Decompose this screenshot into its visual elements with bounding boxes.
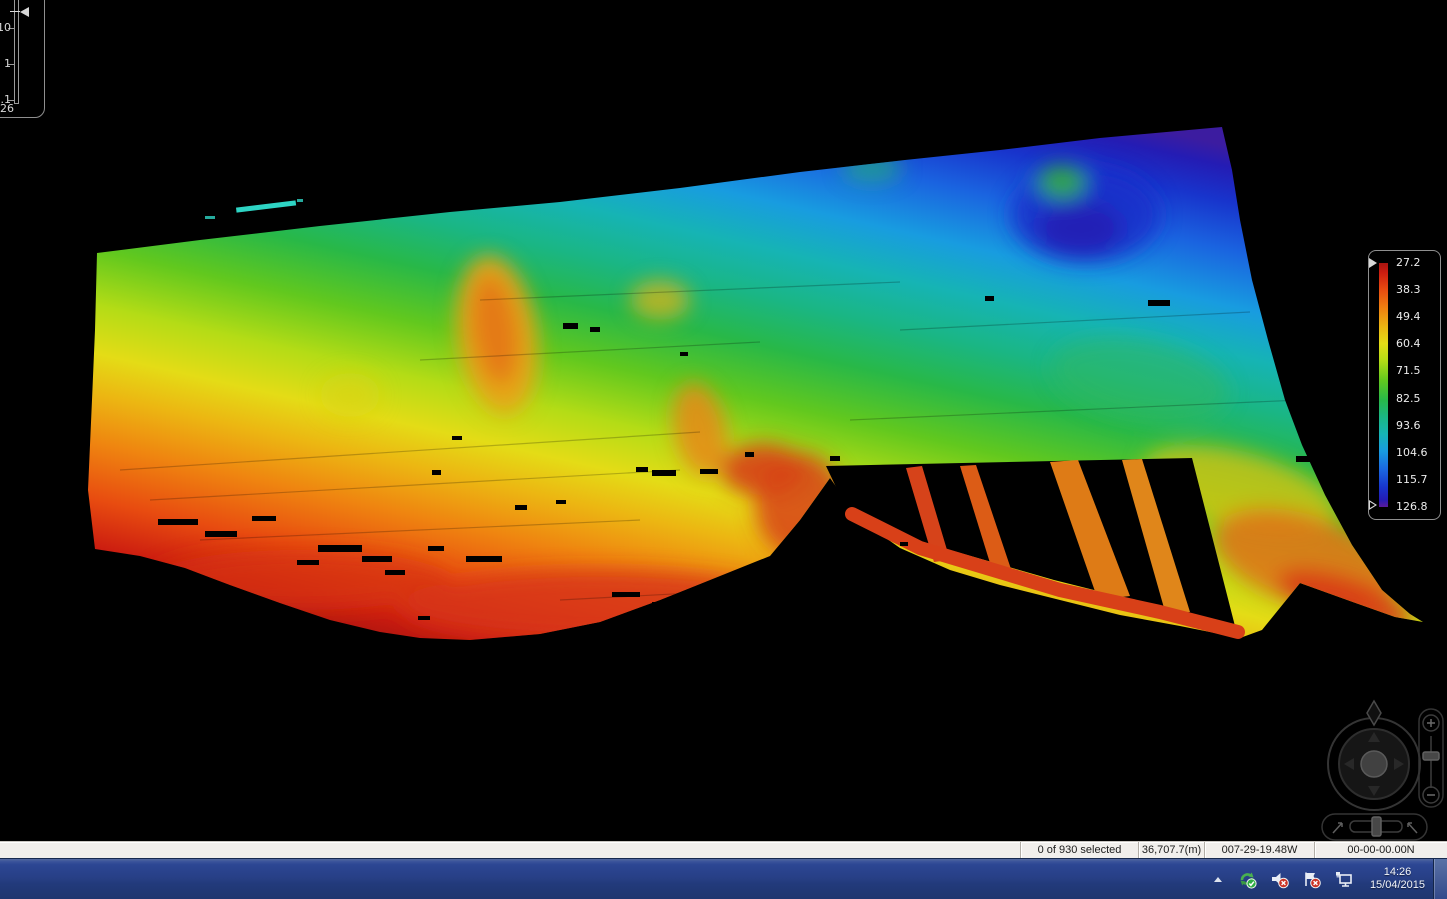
status-latitude: 00-00-00.00N xyxy=(1314,842,1447,858)
3d-viewport[interactable]: 10 1 .1 26 27.2 38.3 49.4 60.4 71.5 82.5 93.6 1… xyxy=(0,0,1447,841)
status-selection-count: 0 of 930 selected xyxy=(1020,842,1138,858)
exaggeration-slider-track[interactable] xyxy=(14,0,19,104)
tick-label-1: 1 xyxy=(0,58,11,70)
data-gap-region xyxy=(826,458,1238,632)
tilt-right-icon[interactable] xyxy=(1408,823,1417,833)
tick-label-10: 10 xyxy=(0,22,11,34)
action-center-alert-icon[interactable] xyxy=(1302,870,1321,889)
tilt-slider-handle[interactable] xyxy=(1372,817,1381,836)
exaggeration-value: 26 xyxy=(0,102,30,115)
legend-label: 49.4 xyxy=(1396,311,1428,323)
legend-label: 71.5 xyxy=(1396,365,1428,377)
system-tray: 14:26 15/04/2015 xyxy=(1214,859,1447,899)
bathymetry-surface xyxy=(0,0,1447,841)
north-diamond-icon xyxy=(1367,701,1381,725)
range-marker-bottom-icon[interactable] xyxy=(1369,500,1377,510)
taskbar: 14:26 15/04/2015 xyxy=(0,858,1447,899)
clock-time: 14:26 xyxy=(1384,866,1412,879)
legend-label: 93.6 xyxy=(1396,420,1428,432)
navigation-widget xyxy=(1308,696,1447,841)
legend-label: 115.7 xyxy=(1396,474,1428,486)
tilt-left-icon[interactable] xyxy=(1333,823,1342,833)
status-bar: 0 of 930 selected 36,707.7(m) 007-29-19.… xyxy=(0,841,1447,858)
slider-handle-tick xyxy=(10,11,20,12)
plus-icon xyxy=(1427,719,1435,727)
zoom-slider[interactable] xyxy=(1419,709,1443,807)
status-depth-readout: 36,707.7(m) xyxy=(1138,842,1204,858)
legend-label: 126.8 xyxy=(1396,501,1428,513)
color-legend: 27.2 38.3 49.4 60.4 71.5 82.5 93.6 104.6 115.7 12… xyxy=(1368,250,1441,520)
application-window: 10 1 .1 26 27.2 38.3 49.4 60.4 71.5 82.5 93.6 1… xyxy=(0,0,1447,899)
detached-soundings xyxy=(205,199,303,219)
legend-label: 82.5 xyxy=(1396,393,1428,405)
range-marker-top-icon[interactable] xyxy=(1369,258,1377,268)
hidden-icons-chevron-icon[interactable] xyxy=(1214,877,1222,882)
clock-date: 15/04/2015 xyxy=(1370,879,1425,892)
exaggeration-slider-handle[interactable] xyxy=(20,7,29,17)
legend-label: 104.6 xyxy=(1396,447,1428,459)
trackball-center-knob[interactable] xyxy=(1361,751,1387,777)
legend-label: 60.4 xyxy=(1396,338,1428,350)
compass-trackball[interactable] xyxy=(1328,701,1420,810)
network-status-icon[interactable] xyxy=(1334,870,1353,889)
legend-labels: 27.2 38.3 49.4 60.4 71.5 82.5 93.6 104.6 115.7 12… xyxy=(1396,257,1428,513)
show-desktop-button[interactable] xyxy=(1433,859,1447,899)
colormap-bar xyxy=(1379,263,1388,507)
status-spacer xyxy=(0,842,1020,858)
volume-muted-icon[interactable] xyxy=(1270,870,1289,889)
tilt-slider[interactable] xyxy=(1322,814,1427,840)
taskbar-clock[interactable]: 14:26 15/04/2015 xyxy=(1370,866,1425,892)
legend-label: 27.2 xyxy=(1396,257,1428,269)
legend-label: 38.3 xyxy=(1396,284,1428,296)
sync-ok-icon[interactable] xyxy=(1238,870,1257,889)
zoom-slider-handle[interactable] xyxy=(1423,752,1439,760)
status-longitude: 007-29-19.48W xyxy=(1204,842,1314,858)
vertical-exaggeration-widget: 10 1 .1 26 xyxy=(0,0,45,118)
